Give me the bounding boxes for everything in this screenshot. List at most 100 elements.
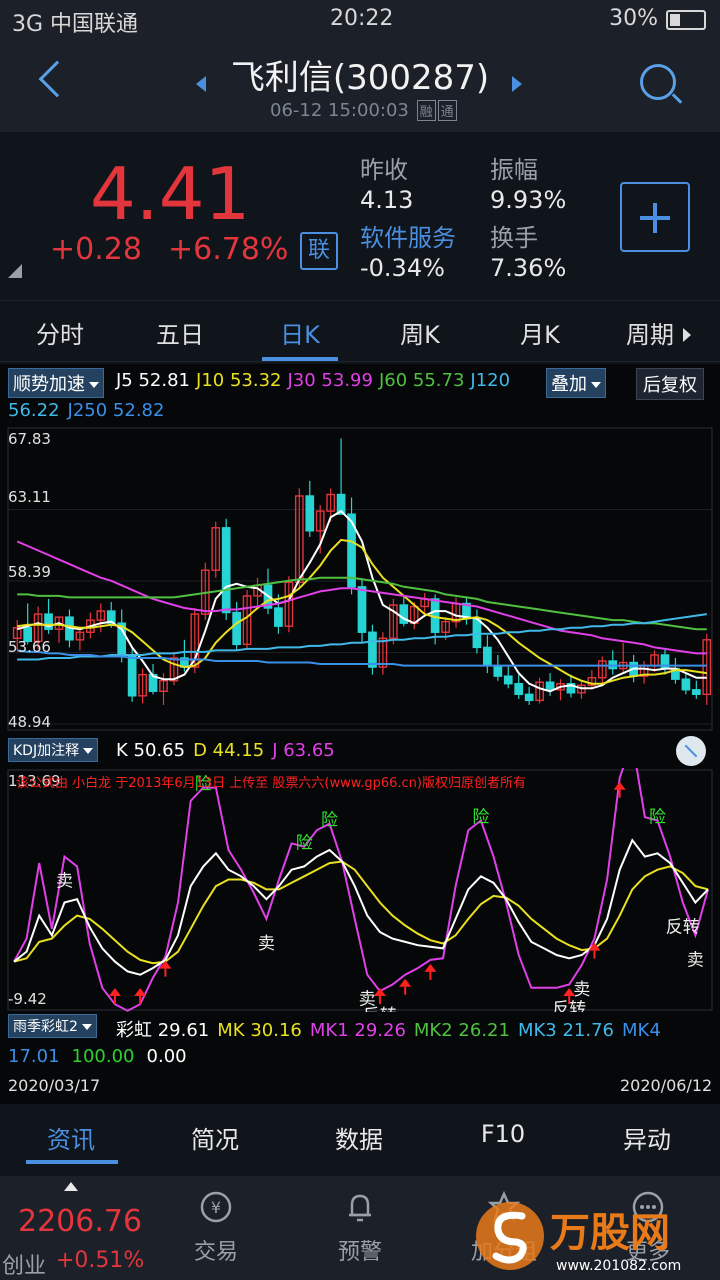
candle-body <box>305 495 315 532</box>
rainbow-value-7: 0.00 <box>146 1046 187 1067</box>
chevron-down-icon <box>83 748 94 754</box>
rainbow-value-1: MK 30.16 <box>217 1020 302 1041</box>
rainbow-value-4: MK3 21.76 <box>517 1020 614 1041</box>
reversal-arrow-icon <box>424 963 437 972</box>
kdj-indicator-select[interactable]: KDJ加注释 <box>8 738 99 762</box>
quote-time: 06-12 15:00:03 融通 <box>270 100 457 121</box>
kdj-indicator-label: KDJ加注释 <box>13 743 80 759</box>
tab-data[interactable]: 数据 <box>304 1120 414 1155</box>
candlestick-chart[interactable] <box>0 426 720 732</box>
tab-f10[interactable]: F10 <box>448 1120 558 1148</box>
tab-movement[interactable]: 异动 <box>592 1120 702 1155</box>
danger-annotation: 险 <box>472 807 489 827</box>
overlay-select[interactable]: 叠加 <box>546 368 606 398</box>
main-indicator-values-2: 56.22 J250 52.82 <box>8 400 164 421</box>
main-indicator-label: 顺势加速 <box>13 374 85 395</box>
copyright-note: 该公式由 小白龙 于2013年6月13日 上传至 股票六六(www.gp66.c… <box>16 776 526 791</box>
bell-icon <box>349 1194 371 1222</box>
candle-body <box>357 586 367 633</box>
next-stock-icon[interactable] <box>512 76 522 92</box>
danger-annotation: 险 <box>296 834 313 854</box>
kdj-value-0: K 50.65 <box>116 740 186 761</box>
adjust-button[interactable]: 后复权 <box>636 368 704 400</box>
tab-news[interactable]: 资讯 <box>16 1120 126 1155</box>
main-indicator-values: J5 52.81 J10 53.32 J30 53.99 J60 55.73 J120 <box>116 370 510 391</box>
active-tab-indicator <box>262 357 338 361</box>
candle-body <box>493 664 503 677</box>
y-tick-4: 48.94 <box>8 713 51 731</box>
rainbow-values-2: 17.01 100.00 0.00 <box>8 1046 199 1067</box>
index-up-icon <box>64 1182 78 1191</box>
candle-body <box>524 693 534 702</box>
tab-five-day[interactable]: 五日 <box>130 315 230 350</box>
index-name: 创业 <box>2 1254 47 1279</box>
tab-daily-k[interactable]: 日K <box>250 315 350 350</box>
reversal-arrow-icon <box>134 988 147 996</box>
danger-annotation: 险 <box>321 811 338 831</box>
price-change: +0.28 <box>50 232 142 267</box>
expand-icon[interactable] <box>676 736 706 766</box>
reversal-arrow-icon <box>399 978 412 987</box>
kdj-line-K <box>13 838 709 976</box>
back-icon[interactable] <box>38 60 76 98</box>
tab-profile[interactable]: 简况 <box>160 1120 270 1155</box>
add-watchlist-button[interactable] <box>620 182 690 252</box>
search-icon[interactable] <box>640 64 676 100</box>
sector-link[interactable]: 软件服务 <box>360 218 456 253</box>
period-dropdown-icon <box>683 328 691 342</box>
main-value-0: J5 52.81 <box>116 370 191 391</box>
y-tick-2: 58.39 <box>8 563 51 581</box>
watermark-logo: 万股网 www.201082.com <box>476 1202 681 1274</box>
rainbow-label-5: MK4 <box>622 1020 661 1041</box>
candle-body <box>127 655 137 697</box>
sell-annotation: 卖 <box>573 980 590 1000</box>
candle-body <box>274 607 283 627</box>
candle-body <box>232 611 241 646</box>
nav-alert[interactable]: 预警 <box>310 1190 410 1266</box>
index-value[interactable]: 2206.76 <box>18 1204 142 1239</box>
candle-body <box>514 683 524 696</box>
rainbow-value-3: MK2 26.21 <box>413 1020 510 1041</box>
info-tabs: 资讯 简况 数据 F10 异动 <box>0 1108 720 1170</box>
kdj-y-bottom: -9.42 <box>8 990 47 1008</box>
stock-title: 飞利信(300287) <box>230 58 490 98</box>
reversal-annotation: 反转 <box>666 918 700 938</box>
carrier-label: 3G 中国联通 <box>12 12 139 37</box>
sell-annotation: 卖 <box>687 950 704 970</box>
danger-annotation: 险 <box>649 807 666 827</box>
clock: 20:22 <box>330 6 394 31</box>
rainbow-indicator-select[interactable]: 雨季彩虹2 <box>8 1014 97 1038</box>
candle-body <box>691 689 701 696</box>
nav-alert-label: 预警 <box>337 1240 382 1265</box>
tab-weekly-k[interactable]: 周K <box>370 315 470 350</box>
corner-marker-icon <box>8 264 22 278</box>
turnover-value: 7.36% <box>490 254 567 282</box>
chevron-down-icon <box>591 382 601 388</box>
rainbow-value-5: 17.01 <box>8 1046 60 1067</box>
connect-tag: 通 <box>437 100 457 121</box>
main-value-3: J60 55.73 <box>378 370 465 391</box>
period-tabs: 分时 五日 日K 周K 月K 周期 <box>0 300 720 362</box>
rainbow-indicator-label: 雨季彩虹2 <box>13 1019 78 1035</box>
quote-datetime: 06-12 15:00:03 <box>270 100 409 121</box>
candle-body <box>545 681 555 691</box>
sell-annotation: 卖 <box>56 872 73 892</box>
main-value-4: 56.22 <box>8 400 60 421</box>
kdj-value-2: J 63.65 <box>272 740 335 761</box>
status-bar: 3G 中国联通 20:22 30% <box>0 0 720 40</box>
tab-intraday[interactable]: 分时 <box>10 315 110 350</box>
kdj-chart[interactable]: 险险险险险险卖卖卖卖卖反转反转反转反转 <box>0 768 720 1012</box>
kdj-value-1: D 44.15 <box>193 740 265 761</box>
main-value-1: J10 53.32 <box>196 370 282 391</box>
stock-header: 飞利信(300287) 06-12 15:00:03 融通 <box>0 40 720 132</box>
amplitude-value: 9.93% <box>490 186 567 214</box>
chevron-down-icon <box>89 382 99 388</box>
main-indicator-select[interactable]: 顺势加速 <box>8 368 104 398</box>
prev-stock-icon[interactable] <box>196 76 206 92</box>
linked-button[interactable]: 联 <box>300 232 338 270</box>
main-value-5: J250 52.82 <box>67 400 165 421</box>
tab-monthly-k[interactable]: 月K <box>490 315 590 350</box>
watermark-url: www.201082.com <box>556 1258 681 1274</box>
prev-close-label: 昨收 <box>360 156 408 184</box>
nav-trade[interactable]: ¥ 交易 <box>166 1190 266 1266</box>
